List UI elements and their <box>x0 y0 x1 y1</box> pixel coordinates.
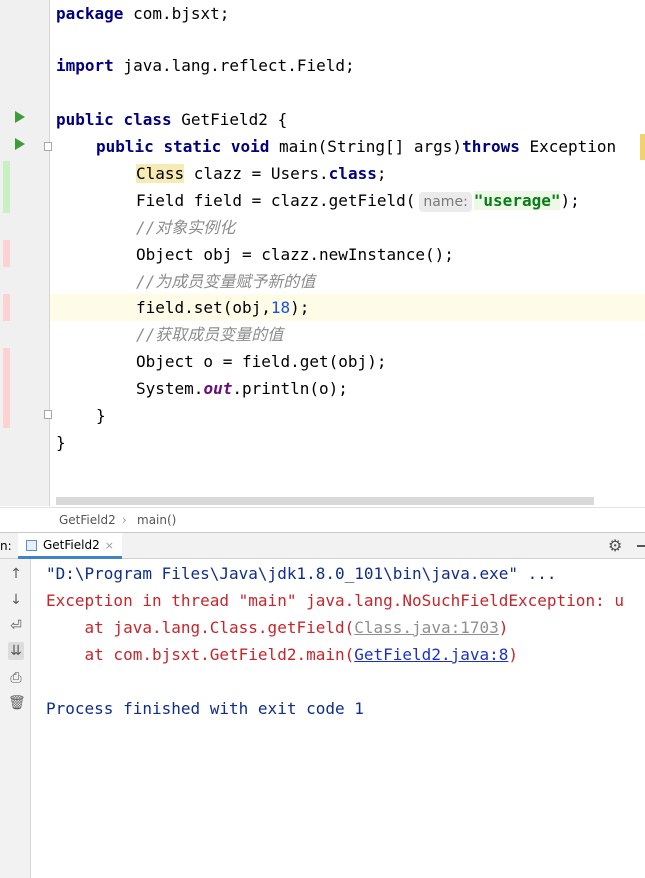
vcs-modified-marker[interactable] <box>3 294 10 321</box>
tab-label: GetField2 <box>43 538 100 552</box>
vcs-modified-marker[interactable] <box>3 240 10 267</box>
console-trace-line: at com.bjsxt.GetField2.main(GetField2.ja… <box>46 645 519 664</box>
run-toolbar: ↑ ↓ ⏎ ⇊ ⎙ 🗑 <box>0 559 31 878</box>
console-exception-line: Exception in thread "main" java.lang.NoS… <box>46 591 624 610</box>
close-icon[interactable]: × <box>105 539 114 552</box>
tab-getfield2[interactable]: GetField2 × <box>18 533 122 559</box>
code-line-field-get: Object o = field.get(obj); <box>136 352 387 371</box>
console-exit-line: Process finished with exit code 1 <box>46 699 364 718</box>
breadcrumb: GetField2 › main() <box>0 507 645 533</box>
run-config-icon <box>26 540 37 551</box>
right-margin-marker <box>640 134 645 160</box>
run-class-icon[interactable] <box>15 111 25 123</box>
console-trace-line: at java.lang.Class.getField(Class.java:1… <box>46 618 509 637</box>
editor-gutter <box>0 0 52 506</box>
code-line-close-method: } <box>96 406 106 425</box>
code-line-println: System.out.println(o); <box>136 379 348 398</box>
code-line-package: package com.bjsxt; <box>56 4 230 23</box>
run-main-icon[interactable] <box>15 138 25 150</box>
stack-trace-link[interactable]: GetField2.java:8 <box>354 645 508 664</box>
code-line-main-decl: public static void main(String[] args)th… <box>96 137 617 156</box>
code-comment: //获取成员变量的值 <box>136 325 284 344</box>
gear-icon[interactable]: ⚙ <box>608 536 622 555</box>
vcs-modified-marker[interactable] <box>3 348 10 428</box>
stack-trace-link[interactable]: Class.java:1703 <box>354 618 499 637</box>
code-line-class-decl: public class GetField2 { <box>56 110 288 129</box>
code-line-new-instance: Object obj = clazz.newInstance(); <box>136 245 454 264</box>
trash-icon[interactable]: 🗑 <box>8 694 26 712</box>
code-line-close-class: } <box>56 433 66 452</box>
console-command-line: "D:\Program Files\Java\jdk1.8.0_101\bin\… <box>46 564 557 583</box>
fold-end-icon[interactable] <box>44 410 52 419</box>
fold-method-icon[interactable] <box>44 142 52 151</box>
horizontal-scrollbar[interactable] <box>56 497 594 505</box>
code-line-import: import java.lang.reflect.Field; <box>56 56 355 75</box>
soft-wrap-icon[interactable]: ⏎ <box>8 617 24 635</box>
breadcrumb-class[interactable]: GetField2 <box>59 508 116 533</box>
code-line-class-var: Class clazz = Users.class; <box>136 164 387 183</box>
scroll-to-end-icon[interactable]: ⇊ <box>8 642 24 660</box>
code-comment: //对象实例化 <box>136 218 236 237</box>
up-arrow-icon[interactable]: ↑ <box>8 565 24 583</box>
down-arrow-icon[interactable]: ↓ <box>8 591 24 609</box>
run-panel-header: n: GetField2 × ⚙ <box>0 532 645 559</box>
run-panel-label: n: <box>0 539 12 553</box>
breadcrumb-separator: › <box>122 513 127 527</box>
parameter-hint: name: <box>419 192 472 212</box>
code-line-get-field: Field field = clazz.getField(name: "usera… <box>136 191 580 212</box>
minimize-icon[interactable] <box>637 545 645 547</box>
vcs-added-marker[interactable] <box>3 161 10 213</box>
code-line-field-set: field.set(obj,18); <box>136 298 310 317</box>
print-icon[interactable]: ⎙ <box>8 669 24 687</box>
breadcrumb-method[interactable]: main() <box>137 508 176 533</box>
code-comment: //为成员变量赋予新的值 <box>136 272 316 291</box>
